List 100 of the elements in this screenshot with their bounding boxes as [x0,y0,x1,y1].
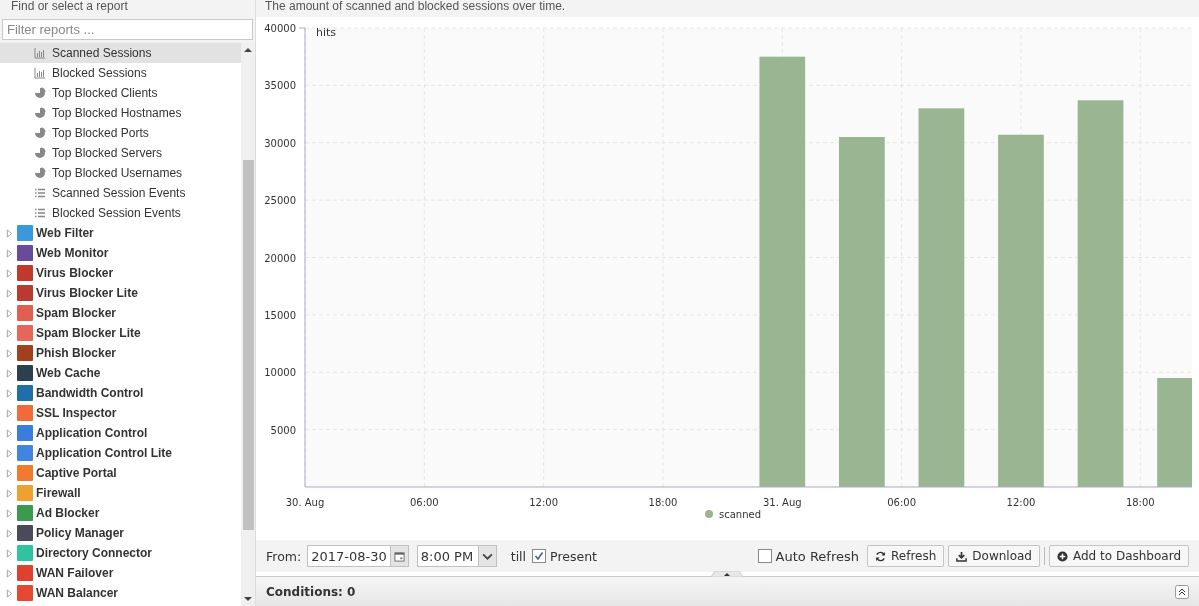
report-item[interactable]: Top Blocked Usernames [0,163,241,183]
report-label: Scanned Sessions [52,46,152,60]
app-item[interactable]: Virus Blocker [36,266,114,280]
app-item[interactable]: Web Filter [36,226,94,240]
report-item[interactable]: Scanned Session Events [0,183,241,203]
download-icon [956,550,968,562]
report-item[interactable]: Blocked Sessions [0,63,241,83]
report-item[interactable]: Top Blocked Hostnames [0,103,241,123]
report-label: Top Blocked Servers [52,146,163,160]
expand-arrow-icon[interactable] [6,328,13,338]
app-item[interactable]: Policy Manager [36,526,125,540]
expand-arrow-icon[interactable] [6,568,13,578]
app-item[interactable]: Web Cache [36,366,101,380]
app-item[interactable]: Spam Blocker Lite [36,326,141,340]
y-tick-label: 15000 [264,309,296,321]
plus-circle-icon [1057,550,1068,562]
expand-arrow-icon[interactable] [6,288,13,298]
expand-arrow-icon[interactable] [6,408,13,418]
report-label: Top Blocked Hostnames [52,106,182,120]
scroll-down-icon[interactable] [244,596,252,602]
x-tick-label: 06:00 [409,497,439,508]
report-item[interactable]: Scanned Sessions [0,43,241,63]
app-item[interactable]: Virus Blocker Lite [36,286,138,300]
expand-arrow-icon[interactable] [6,308,13,318]
y-tick-label: 20000 [264,252,296,264]
y-tick-label: 40000 [264,23,296,34]
checkbox-label: Present [550,548,597,564]
calendar-icon[interactable] [393,550,405,562]
report-label: Blocked Session Events [52,206,181,220]
date-field[interactable]: 2017-08-30 [307,545,409,567]
refresh-icon [875,550,886,562]
till-label: till [510,548,527,564]
pie-chart-icon [34,107,46,119]
conditions-label: Conditions: 0 [266,584,356,599]
pie-chart-icon [34,147,46,159]
x-tick-label: 06:00 [887,497,917,508]
report-label: Top Blocked Clients [52,86,158,100]
app-item[interactable]: Phish Blocker [36,346,117,360]
y-tick-label: 30000 [264,137,296,149]
report-description: The amount of scanned and blocked sessions over time. [256,0,1199,17]
expand-arrow-icon[interactable] [6,428,13,438]
pie-chart-icon [34,87,46,99]
app-item[interactable]: Firewall [36,486,81,500]
time-field[interactable]: 8:00 PM [416,545,497,567]
app-item[interactable]: Spam Blocker [36,306,117,320]
expand-arrow-icon[interactable] [6,588,13,598]
expand-arrow-icon[interactable] [6,368,13,378]
expand-arrow-icon[interactable] [6,528,13,538]
expand-arrow-icon[interactable] [6,468,13,478]
expand-arrow-icon[interactable] [6,388,13,398]
report-label: Top Blocked Usernames [52,166,183,180]
expand-arrow-icon[interactable] [6,248,13,258]
expand-arrow-icon[interactable] [6,448,13,458]
report-label: Scanned Session Events [52,186,186,200]
splitter-handle[interactable] [711,571,743,577]
y-tick-label: 10000 [264,367,296,379]
report-item[interactable]: Top Blocked Ports [0,123,241,143]
x-tick-label: 12:00 [529,497,559,508]
x-tick-label: 18:00 [648,497,678,508]
expand-arrow-icon[interactable] [6,228,13,238]
app-item[interactable]: Ad Blocker [36,506,100,520]
app-item[interactable]: Directory Connector [36,546,153,560]
report-label: Blocked Sessions [52,66,147,80]
from-label: From: [266,548,302,564]
app-item[interactable]: Application Control Lite [36,446,172,460]
y-axis-label: hits [316,26,337,39]
pie-chart-icon [34,127,46,139]
checkbox[interactable] [757,549,772,563]
app-item[interactable]: Captive Portal [36,466,117,480]
checkbox-label: Auto Refresh [775,548,859,564]
checkbox[interactable] [532,549,547,563]
scroll-up-icon[interactable] [244,47,252,53]
list-icon [34,207,46,219]
legend-label[interactable]: scanned [719,509,761,520]
report-label: Top Blocked Ports [52,126,149,140]
report-item[interactable]: Top Blocked Servers [0,143,241,163]
app-item[interactable]: WAN Failover [36,566,114,580]
app-item[interactable]: Bandwidth Control [36,386,144,400]
download-button[interactable]: Download [948,545,1040,567]
add-to-dashboard-button[interactable]: Add to Dashboard [1049,545,1189,567]
expand-arrow-icon[interactable] [6,268,13,278]
scrollbar-thumb[interactable] [242,160,254,530]
expand-arrow-icon[interactable] [6,508,13,518]
expand-arrow-icon[interactable] [6,348,13,358]
app-item[interactable]: SSL Inspector [36,406,117,420]
x-tick-label: 31. Aug [763,497,802,508]
app-item[interactable]: Application Control [36,426,148,440]
app-item[interactable]: WAN Balancer [36,586,119,600]
filter-field[interactable]: Filter reports ... [2,19,253,40]
collapse-icon[interactable] [1175,584,1189,599]
report-item[interactable]: Top Blocked Clients [0,83,241,103]
x-tick-label: 18:00 [1125,497,1155,508]
app-item[interactable]: Web Monitor [36,246,109,260]
y-tick-label: 5000 [270,424,296,436]
bar-chart-icon [34,67,46,79]
report-item[interactable]: Blocked Session Events [0,203,241,223]
expand-arrow-icon[interactable] [6,548,13,558]
expand-arrow-icon[interactable] [6,488,13,498]
y-tick-label: 25000 [264,195,296,207]
refresh-button[interactable]: Refresh [867,545,945,567]
